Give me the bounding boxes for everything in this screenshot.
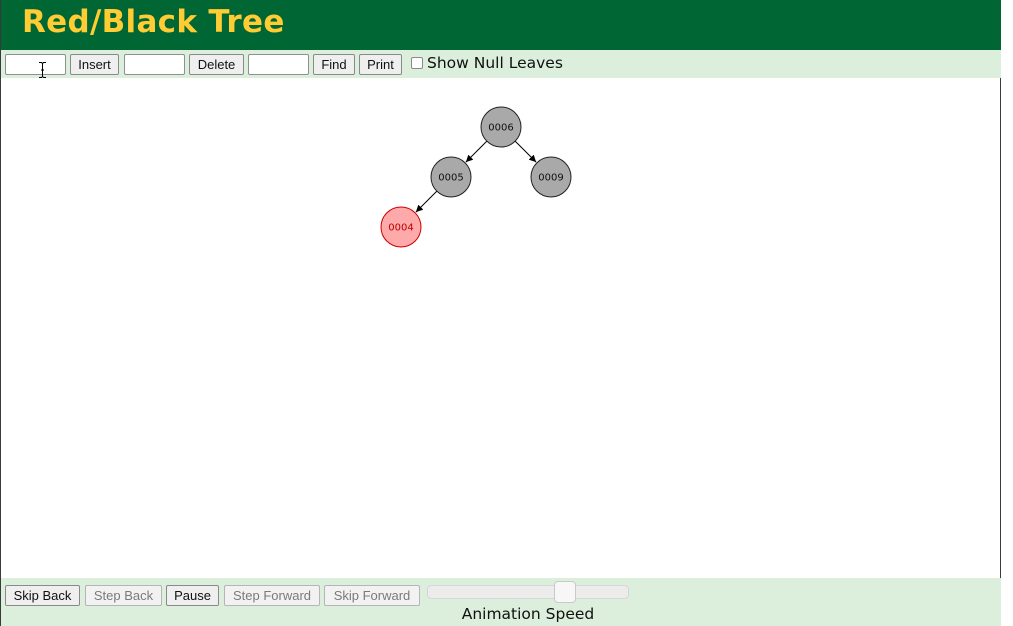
step-back-button[interactable]: Step Back xyxy=(85,585,162,606)
animation-speed-slider[interactable] xyxy=(427,581,629,603)
tree-nodes: 0006 0005 0009 0004 xyxy=(380,106,572,248)
header: Red/Black Tree xyxy=(1,0,1001,50)
skip-forward-button[interactable]: Skip Forward xyxy=(324,585,420,606)
print-button[interactable]: Print xyxy=(359,54,402,75)
find-input[interactable] xyxy=(248,54,309,75)
page-title: Red/Black Tree xyxy=(22,4,285,40)
tree-node-0009: 0009 xyxy=(530,156,572,198)
skip-back-button[interactable]: Skip Back xyxy=(5,585,80,606)
pause-button[interactable]: Pause xyxy=(166,585,219,606)
insert-button[interactable]: Insert xyxy=(70,54,119,75)
tree-node-label: 0004 xyxy=(388,223,413,234)
step-forward-button[interactable]: Step Forward xyxy=(224,585,320,606)
top-toolbar: Insert Delete Find Print Show Null Leave… xyxy=(1,50,1001,78)
delete-input[interactable] xyxy=(124,54,185,75)
tree-node-0005: 0005 xyxy=(430,156,472,198)
tree-node-0004: 0004 xyxy=(380,206,422,248)
tree-edge xyxy=(415,190,438,213)
tree-canvas: 0006 0005 0009 0004 xyxy=(380,106,572,248)
delete-button[interactable]: Delete xyxy=(189,54,244,75)
find-button[interactable]: Find xyxy=(313,54,355,75)
app-frame: Red/Black Tree Insert Delete Find Print … xyxy=(0,0,1001,626)
show-null-leaves-checkbox[interactable] xyxy=(411,57,423,69)
tree-edge xyxy=(465,140,488,163)
animation-speed-label: Animation Speed xyxy=(461,605,595,623)
tree-node-label: 0005 xyxy=(438,173,463,184)
tree-edge xyxy=(514,140,537,163)
tree-node-label: 0009 xyxy=(538,173,563,184)
show-null-leaves-label: Show Null Leaves xyxy=(427,54,563,72)
animation-controls: Skip Back Step Back Pause Step Forward S… xyxy=(1,578,1001,626)
tree-node-label: 0006 xyxy=(488,123,513,134)
tree-node-0006: 0006 xyxy=(480,106,522,148)
insert-input[interactable] xyxy=(5,54,66,75)
animation-speed-slider-thumb[interactable] xyxy=(554,581,576,603)
